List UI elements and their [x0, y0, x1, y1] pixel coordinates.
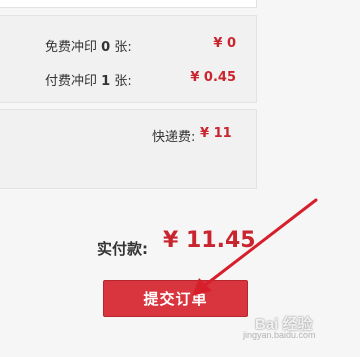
paid-print-price: ¥ 0.45 — [190, 70, 236, 85]
free-print-price: ¥ 0 — [213, 36, 236, 51]
upper-panel-edge — [0, 0, 257, 8]
shipping-fee-label: 快递费: — [152, 130, 196, 145]
print-summary-panel — [0, 15, 257, 103]
free-print-count: 0 — [101, 40, 111, 55]
paid-print-count: 1 — [101, 74, 111, 89]
shipping-fee-price: ¥ 11 — [200, 126, 232, 141]
shipping-panel — [0, 109, 257, 189]
total-paid-value: ¥ 11.45 — [163, 228, 256, 253]
paid-print-label: 付费冲印 1 张: — [45, 74, 132, 89]
submit-order-button[interactable]: 提交订单 — [103, 280, 248, 317]
free-print-label: 免费冲印 0 张: — [45, 40, 132, 55]
watermark-url: jingyan.baidu.com — [243, 330, 316, 340]
total-paid-label: 实付款: — [97, 240, 148, 258]
